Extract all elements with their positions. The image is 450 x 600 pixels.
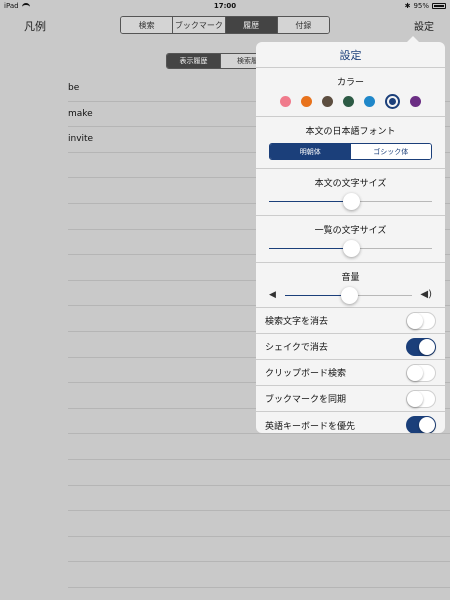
color-picker [256,88,445,116]
empty-row [68,562,450,588]
status-bar: iPad 17:00 ✱ 95% [0,0,450,12]
toggle-row: 検索文字を消去 [256,308,445,334]
font-gothic-option[interactable]: ゴシック体 [350,144,431,159]
popover-title: 設定 [256,42,445,68]
toggle-switch[interactable] [406,416,436,433]
speaker-high-icon: ◀) [420,289,432,300]
toggle-switch[interactable] [406,311,436,330]
toggle-knob [407,390,423,407]
toggle-knob [419,338,435,355]
volume-slider[interactable]: ◀ ◀) [269,283,432,307]
body-size-label: 本文の文字サイズ [314,179,387,189]
toggle-label: ブックマークを同期 [265,395,347,405]
toggle-switch[interactable] [406,389,436,408]
speaker-low-icon: ◀ [269,290,276,300]
volume-section: 音量 ◀ ◀) [256,263,445,308]
nav-bar: 凡例 検索 ブックマーク 履歴 付録 設定 [0,12,450,38]
font-section: 本文の日本語フォント 明朝体 ゴシック体 [256,117,445,169]
toggle-label: 英語キーボードを優先 [265,421,356,432]
device-label: iPad [4,2,19,10]
settings-popover: 設定 カラー 本文の日本語フォント 明朝体 ゴシック体 本文の文字サイズ 一覧の… [256,42,445,433]
settings-button[interactable]: 設定 [414,18,434,33]
color-swatch-purple[interactable] [410,96,421,107]
list-item-label: be [68,83,80,94]
bluetooth-icon: ✱ [404,2,411,10]
empty-row [68,511,450,537]
font-label: 本文の日本語フォント [305,127,396,137]
toggle-switch[interactable] [406,337,436,356]
slider-thumb[interactable] [342,193,360,210]
toggle-label: 検索文字を消去 [265,317,329,327]
wifi-icon [21,3,30,9]
font-mincho-option[interactable]: 明朝体 [270,144,351,159]
toggle-label: クリップボード検索 [265,369,347,379]
color-swatch-orange[interactable] [301,96,312,107]
volume-label: 音量 [341,273,360,283]
toggle-row: ブックマークを同期 [256,386,445,412]
battery-percent: 95% [413,2,429,10]
color-section: カラー [256,68,445,117]
legend-button[interactable]: 凡例 [24,18,46,34]
empty-row [68,460,450,486]
battery-icon [432,3,446,9]
color-swatch-brown[interactable] [322,96,333,107]
list-size-section: 一覧の文字サイズ [256,216,445,263]
toggle-row: 英語キーボードを優先 [256,412,445,433]
tab-search[interactable]: 検索 [121,17,174,33]
tab-history[interactable]: 履歴 [225,17,278,33]
list-item-label: invite [68,134,94,145]
list-size-label: 一覧の文字サイズ [314,226,387,236]
toggle-list: 検索文字を消去 シェイクで消去クリップボード検索 ブックマークを同期 英語キーボードを… [256,308,445,433]
toggle-knob [407,364,423,381]
toggle-switch[interactable] [406,363,436,382]
toggle-label: シェイクで消去 [265,343,328,353]
toggle-knob [407,312,423,329]
empty-row [68,486,450,512]
tab-bookmark[interactable]: ブックマーク [173,17,226,33]
slider-thumb[interactable] [342,240,360,257]
toggle-knob [419,417,435,433]
body-size-section: 本文の文字サイズ [256,169,445,216]
color-swatch-navy[interactable] [385,94,400,109]
font-selector: 明朝体 ゴシック体 [269,143,432,160]
slider-thumb[interactable] [340,287,358,304]
list-size-slider[interactable] [269,236,432,262]
color-label: カラー [336,78,364,88]
empty-row [68,434,450,460]
tab-appendix[interactable]: 付録 [277,17,329,33]
color-swatch-blue[interactable] [364,96,375,107]
color-swatch-green[interactable] [343,96,354,107]
toggle-row: クリップボード検索 [256,360,445,386]
tab-view-history[interactable]: 表示履歴 [167,54,221,68]
main-tab-bar: 検索 ブックマーク 履歴 付録 [120,16,330,34]
toggle-row: シェイクで消去 [256,334,445,360]
clock: 17:00 [213,2,237,10]
empty-row [68,537,450,563]
list-item-label: make [68,108,93,119]
body-size-slider[interactable] [269,189,432,215]
color-swatch-pink[interactable] [280,96,291,107]
